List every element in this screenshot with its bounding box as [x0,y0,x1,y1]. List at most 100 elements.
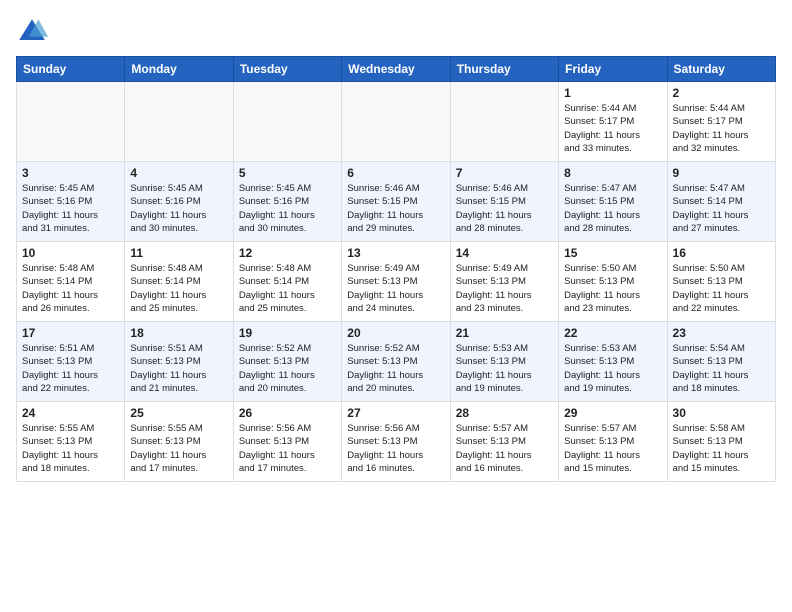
day-number: 29 [564,406,661,420]
day-info: Sunrise: 5:47 AM Sunset: 5:15 PM Dayligh… [564,182,661,235]
calendar-day-cell [17,82,125,162]
day-number: 20 [347,326,444,340]
day-number: 12 [239,246,336,260]
day-info: Sunrise: 5:48 AM Sunset: 5:14 PM Dayligh… [22,262,119,315]
calendar-day-cell: 26Sunrise: 5:56 AM Sunset: 5:13 PM Dayli… [233,402,341,482]
calendar-day-cell: 21 Sunrise: 5:53 AM Sunset: 5:13 PM Dayli… [450,322,558,402]
calendar-week-row: 24 Sunrise: 5:55 AM Sunset: 5:13 PM Dayli… [17,402,776,482]
day-number: 26 [239,406,336,420]
day-info: Sunrise: 5:56 AM Sunset: 5:13 PM Dayligh… [347,422,444,475]
day-number: 8 [564,166,661,180]
calendar-day-cell: 23 Sunrise: 5:54 AM Sunset: 5:13 PM Dayli… [667,322,775,402]
day-info: Sunrise: 5:46 AM Sunset: 5:15 PM Dayligh… [456,182,553,235]
day-info: Sunrise: 5:44 AM Sunset: 5:17 PM Dayligh… [673,102,770,155]
calendar-day-cell: 16 Sunrise: 5:50 AM Sunset: 5:13 PM Dayli… [667,242,775,322]
day-number: 14 [456,246,553,260]
calendar-day-cell: 2 Sunrise: 5:44 AM Sunset: 5:17 PM Daylig… [667,82,775,162]
day-number: 24 [22,406,119,420]
day-number: 9 [673,166,770,180]
calendar-day-cell: 17 Sunrise: 5:51 AM Sunset: 5:13 PM Dayli… [17,322,125,402]
day-info: Sunrise: 5:50 AM Sunset: 5:13 PM Dayligh… [564,262,661,315]
day-info: Sunrise: 5:51 AM Sunset: 5:13 PM Dayligh… [22,342,119,395]
calendar-day-cell: 1 Sunrise: 5:44 AM Sunset: 5:17 PM Daylig… [559,82,667,162]
calendar-day-cell: 28 Sunrise: 5:57 AM Sunset: 5:13 PM Dayli… [450,402,558,482]
day-info: Sunrise: 5:49 AM Sunset: 5:13 PM Dayligh… [456,262,553,315]
calendar-day-cell [450,82,558,162]
calendar-week-row: 17 Sunrise: 5:51 AM Sunset: 5:13 PM Dayli… [17,322,776,402]
weekday-header-thursday: Thursday [450,57,558,82]
day-number: 13 [347,246,444,260]
calendar-day-cell: 4 Sunrise: 5:45 AM Sunset: 5:16 PM Daylig… [125,162,233,242]
weekday-header-monday: Monday [125,57,233,82]
calendar-day-cell: 29 Sunrise: 5:57 AM Sunset: 5:13 PM Dayli… [559,402,667,482]
day-number: 22 [564,326,661,340]
calendar-table: SundayMondayTuesdayWednesdayThursdayFrid… [16,56,776,482]
calendar-day-cell: 18 Sunrise: 5:51 AM Sunset: 5:13 PM Dayli… [125,322,233,402]
calendar-week-row: 3 Sunrise: 5:45 AM Sunset: 5:16 PM Daylig… [17,162,776,242]
calendar-day-cell [233,82,341,162]
weekday-header-sunday: Sunday [17,57,125,82]
day-number: 5 [239,166,336,180]
calendar-day-cell: 7 Sunrise: 5:46 AM Sunset: 5:15 PM Daylig… [450,162,558,242]
calendar-week-row: 1 Sunrise: 5:44 AM Sunset: 5:17 PM Daylig… [17,82,776,162]
day-info: Sunrise: 5:58 AM Sunset: 5:13 PM Dayligh… [673,422,770,475]
logo-icon [16,16,48,48]
calendar-day-cell: 22 Sunrise: 5:53 AM Sunset: 5:13 PM Dayli… [559,322,667,402]
weekday-header-wednesday: Wednesday [342,57,450,82]
day-info: Sunrise: 5:44 AM Sunset: 5:17 PM Dayligh… [564,102,661,155]
day-number: 6 [347,166,444,180]
calendar-day-cell: 14 Sunrise: 5:49 AM Sunset: 5:13 PM Dayli… [450,242,558,322]
day-info: Sunrise: 5:48 AM Sunset: 5:14 PM Dayligh… [239,262,336,315]
day-number: 15 [564,246,661,260]
day-info: Sunrise: 5:57 AM Sunset: 5:13 PM Dayligh… [456,422,553,475]
calendar-day-cell: 25Sunrise: 5:55 AM Sunset: 5:13 PM Dayli… [125,402,233,482]
day-info: Sunrise: 5:55 AM Sunset: 5:13 PM Dayligh… [130,422,227,475]
day-number: 18 [130,326,227,340]
day-number: 1 [564,86,661,100]
day-info: Sunrise: 5:48 AM Sunset: 5:14 PM Dayligh… [130,262,227,315]
day-info: Sunrise: 5:46 AM Sunset: 5:15 PM Dayligh… [347,182,444,235]
calendar-day-cell: 19Sunrise: 5:52 AM Sunset: 5:13 PM Dayli… [233,322,341,402]
weekday-header-row: SundayMondayTuesdayWednesdayThursdayFrid… [17,57,776,82]
day-info: Sunrise: 5:55 AM Sunset: 5:13 PM Dayligh… [22,422,119,475]
day-number: 17 [22,326,119,340]
day-number: 19 [239,326,336,340]
day-info: Sunrise: 5:53 AM Sunset: 5:13 PM Dayligh… [456,342,553,395]
calendar-week-row: 10 Sunrise: 5:48 AM Sunset: 5:14 PM Dayli… [17,242,776,322]
day-number: 23 [673,326,770,340]
day-info: Sunrise: 5:47 AM Sunset: 5:14 PM Dayligh… [673,182,770,235]
day-info: Sunrise: 5:51 AM Sunset: 5:13 PM Dayligh… [130,342,227,395]
weekday-header-tuesday: Tuesday [233,57,341,82]
calendar-day-cell: 13Sunrise: 5:49 AM Sunset: 5:13 PM Dayli… [342,242,450,322]
day-info: Sunrise: 5:54 AM Sunset: 5:13 PM Dayligh… [673,342,770,395]
day-info: Sunrise: 5:45 AM Sunset: 5:16 PM Dayligh… [239,182,336,235]
day-info: Sunrise: 5:50 AM Sunset: 5:13 PM Dayligh… [673,262,770,315]
calendar-day-cell: 27 Sunrise: 5:56 AM Sunset: 5:13 PM Dayli… [342,402,450,482]
calendar-day-cell: 5 Sunrise: 5:45 AM Sunset: 5:16 PM Daylig… [233,162,341,242]
weekday-header-saturday: Saturday [667,57,775,82]
day-info: Sunrise: 5:53 AM Sunset: 5:13 PM Dayligh… [564,342,661,395]
day-info: Sunrise: 5:45 AM Sunset: 5:16 PM Dayligh… [22,182,119,235]
day-number: 27 [347,406,444,420]
day-info: Sunrise: 5:45 AM Sunset: 5:16 PM Dayligh… [130,182,227,235]
day-number: 2 [673,86,770,100]
day-number: 7 [456,166,553,180]
page-header [16,16,776,48]
day-number: 30 [673,406,770,420]
calendar-day-cell: 9 Sunrise: 5:47 AM Sunset: 5:14 PM Daylig… [667,162,775,242]
day-info: Sunrise: 5:52 AM Sunset: 5:13 PM Dayligh… [347,342,444,395]
calendar-day-cell: 24 Sunrise: 5:55 AM Sunset: 5:13 PM Dayli… [17,402,125,482]
day-number: 4 [130,166,227,180]
calendar-day-cell [125,82,233,162]
day-number: 21 [456,326,553,340]
calendar-day-cell [342,82,450,162]
day-number: 16 [673,246,770,260]
calendar-day-cell: 3 Sunrise: 5:45 AM Sunset: 5:16 PM Daylig… [17,162,125,242]
logo [16,16,52,48]
day-number: 10 [22,246,119,260]
day-info: Sunrise: 5:57 AM Sunset: 5:13 PM Dayligh… [564,422,661,475]
day-number: 3 [22,166,119,180]
calendar-day-cell: 10 Sunrise: 5:48 AM Sunset: 5:14 PM Dayli… [17,242,125,322]
day-number: 28 [456,406,553,420]
weekday-header-friday: Friday [559,57,667,82]
